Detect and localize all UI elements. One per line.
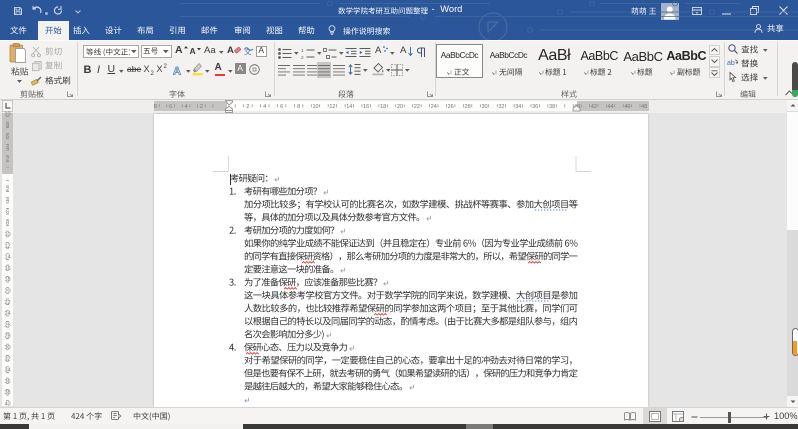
svg-text:20: 20 — [4, 289, 10, 295]
svg-text:22: 22 — [4, 300, 10, 306]
svg-text:2: 2 — [6, 157, 9, 163]
svg-text:10: 10 — [4, 232, 10, 238]
svg-text:28: 28 — [4, 334, 10, 340]
svg-text:24: 24 — [4, 311, 10, 317]
svg-text:4: 4 — [6, 198, 9, 204]
svg-text:8: 8 — [6, 123, 9, 129]
svg-text:6: 6 — [6, 209, 9, 215]
svg-text:14: 14 — [4, 255, 10, 261]
svg-text:18: 18 — [4, 277, 10, 283]
svg-text:26: 26 — [4, 322, 10, 328]
svg-text:2: 2 — [6, 187, 9, 193]
svg-text:30: 30 — [4, 345, 10, 351]
svg-text:38: 38 — [4, 390, 10, 396]
svg-text:16: 16 — [4, 266, 10, 272]
svg-text:8: 8 — [6, 221, 9, 227]
svg-text:6: 6 — [6, 134, 9, 140]
svg-text:12: 12 — [4, 243, 10, 249]
svg-text:36: 36 — [4, 379, 10, 385]
svg-text:34: 34 — [4, 368, 10, 374]
svg-text:4: 4 — [6, 145, 9, 151]
svg-text:32: 32 — [4, 356, 10, 362]
svg-text:10: 10 — [4, 112, 10, 118]
